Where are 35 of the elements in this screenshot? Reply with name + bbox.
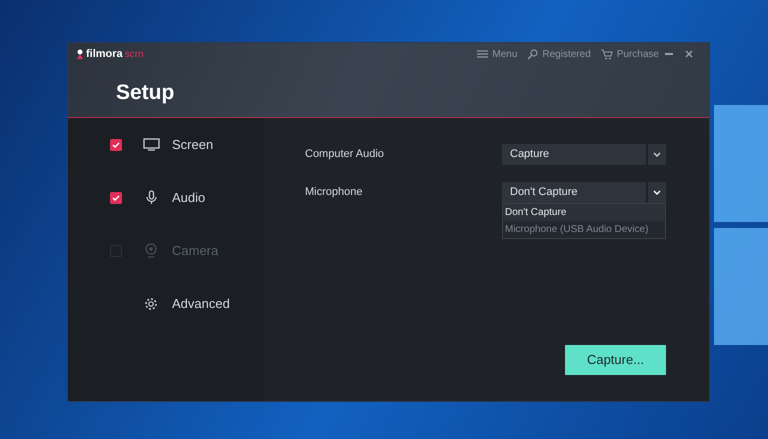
minimize-button[interactable] bbox=[665, 53, 673, 56]
chevron-icon bbox=[653, 152, 661, 157]
dropdown-option[interactable]: Microphone (USB Audio Device) bbox=[503, 221, 665, 238]
dropdown-field[interactable]: Don't Capture bbox=[502, 182, 646, 203]
purchase-button[interactable]: Purchase bbox=[600, 46, 659, 62]
search-icon bbox=[527, 48, 538, 60]
settings-icon bbox=[144, 296, 158, 310]
setting-label: Computer Audio bbox=[305, 147, 384, 162]
close-button[interactable] bbox=[685, 50, 693, 58]
dropdown-field[interactable]: Capture bbox=[502, 144, 646, 165]
dropdown-toggle[interactable] bbox=[648, 182, 666, 203]
setting-label: Microphone bbox=[305, 185, 362, 200]
app-logo-text: filmora bbox=[86, 47, 123, 62]
window-title: Setup bbox=[116, 80, 176, 106]
sidebar-item[interactable]: Advanced bbox=[172, 294, 230, 314]
registered-button[interactable]: Registered bbox=[527, 46, 591, 62]
capture-button[interactable]: Capture... bbox=[565, 345, 666, 375]
webcam-icon bbox=[145, 243, 157, 258]
checkbox[interactable] bbox=[110, 138, 122, 150]
check-icon bbox=[112, 194, 120, 200]
chevron-icon bbox=[653, 190, 661, 195]
sidebar-item[interactable]: Screen bbox=[172, 134, 214, 154]
cart-icon bbox=[600, 48, 613, 60]
menu-icon bbox=[477, 50, 488, 58]
close-icon bbox=[685, 50, 693, 58]
menu-button[interactable]: Menu bbox=[477, 46, 518, 62]
dropdown-option[interactable]: Don't Capture bbox=[503, 204, 665, 221]
app-logo-suffix: scrn bbox=[124, 48, 144, 62]
monitor-icon bbox=[142, 138, 160, 151]
checkbox[interactable] bbox=[110, 192, 122, 204]
check-icon bbox=[112, 142, 120, 148]
dropdown-toggle[interactable] bbox=[648, 144, 666, 165]
microphone-icon bbox=[146, 190, 156, 205]
sidebar-item[interactable]: Audio bbox=[172, 188, 206, 208]
logo-icon bbox=[76, 49, 84, 60]
